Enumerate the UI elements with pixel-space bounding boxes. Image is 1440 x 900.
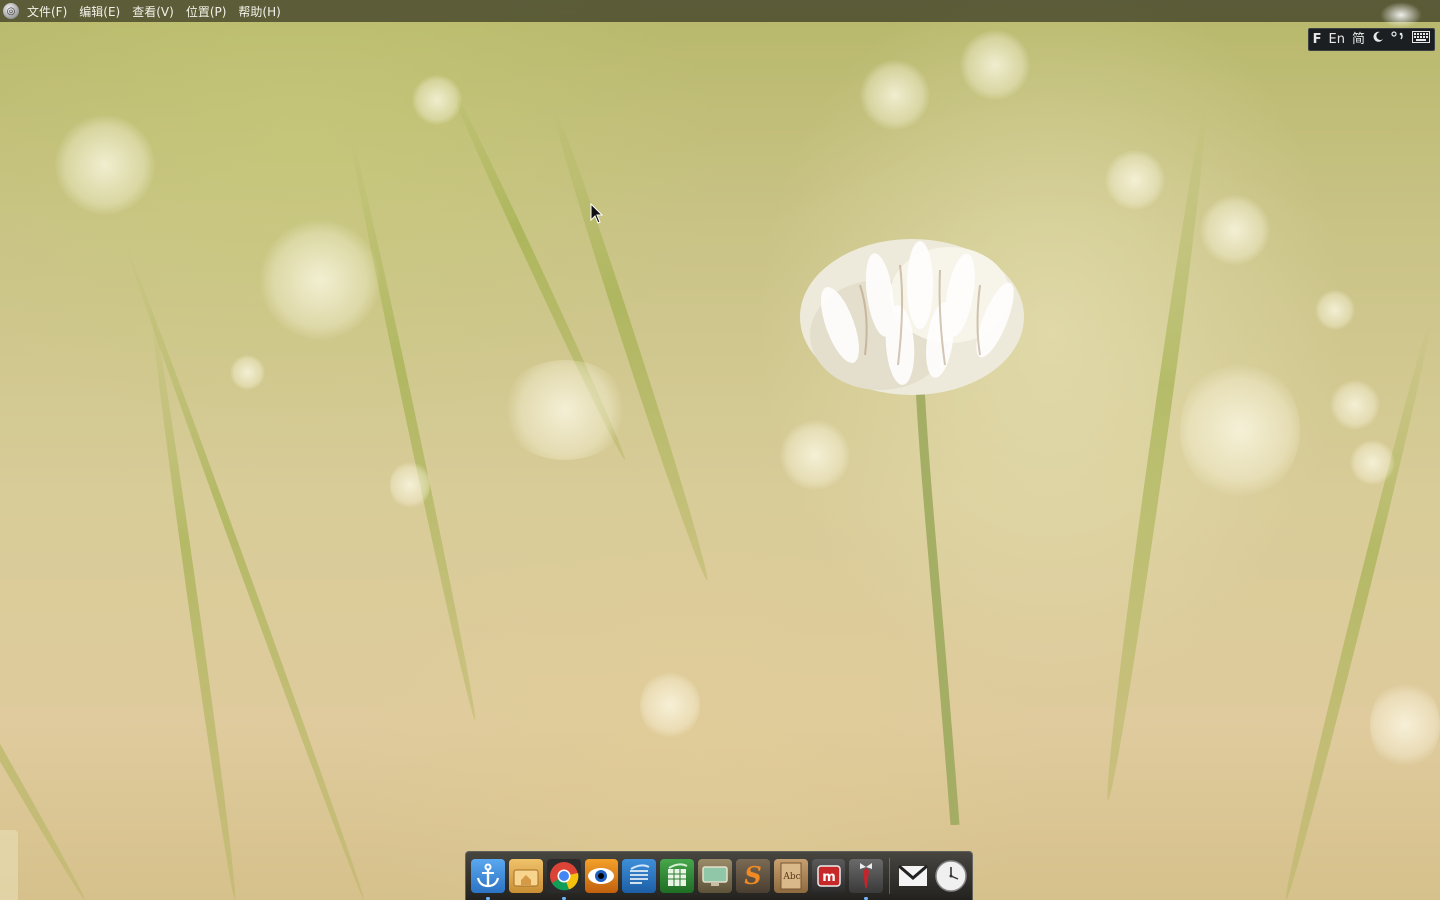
grass-blade [0, 334, 90, 900]
bokeh-light [860, 60, 930, 130]
bokeh-light [55, 115, 155, 215]
clover-flower-image [800, 239, 1024, 825]
svg-text:m: m [822, 870, 836, 885]
panel-glare [1380, 2, 1422, 28]
bokeh-light [1200, 195, 1270, 265]
clock-icon[interactable] [934, 859, 968, 893]
presentation-icon[interactable] [698, 859, 732, 893]
svg-text:S: S [744, 862, 761, 890]
eye-viewer-icon[interactable] [584, 859, 619, 893]
spreadsheet-icon[interactable] [660, 859, 695, 893]
writer-document-icon[interactable] [622, 859, 657, 893]
keyboard-icon[interactable] [1412, 29, 1430, 50]
bokeh-light [500, 360, 630, 460]
desktop-wallpaper: ◎ 文件(F) 编辑(E) 查看(V) 位置(P) 帮助(H) F En 简 S… [0, 0, 1440, 900]
bokeh-light [1370, 680, 1440, 770]
chrome-browser-icon[interactable] [546, 859, 581, 900]
bokeh-light [390, 460, 430, 510]
bokeh-light [1330, 380, 1380, 430]
bokeh-light [1350, 440, 1395, 485]
s-app-icon[interactable]: S [735, 859, 770, 893]
grass-blade [146, 305, 240, 900]
dock: S Abc m [465, 851, 973, 900]
mouse-pointer-icon [590, 203, 604, 224]
top-menu-bar: ◎ 文件(F) 编辑(E) 查看(V) 位置(P) 帮助(H) [0, 0, 1440, 28]
tie-app-icon[interactable] [849, 859, 884, 900]
moon-icon[interactable] [1372, 29, 1384, 50]
m-app-icon[interactable]: m [811, 859, 846, 893]
bokeh-light [230, 355, 265, 390]
ime-language-toggle[interactable]: En [1329, 29, 1345, 50]
bokeh-light [260, 220, 380, 340]
bokeh-light [960, 30, 1030, 100]
left-edge-handle[interactable] [0, 830, 18, 900]
menu-places[interactable]: 位置(P) [186, 3, 227, 20]
bokeh-light [640, 670, 700, 740]
grass-blade [120, 240, 368, 900]
ime-logo[interactable]: F [1313, 29, 1322, 50]
ubuntu-circle-icon[interactable]: ◎ [3, 3, 19, 19]
bokeh-light [1315, 290, 1355, 330]
menu-edit[interactable]: 编辑(E) [79, 3, 120, 20]
dock-separator [889, 858, 891, 894]
mail-icon[interactable] [896, 859, 930, 893]
dictionary-icon[interactable]: Abc [773, 859, 808, 893]
input-method-bar: F En 简 [1307, 28, 1435, 51]
bokeh-light [1180, 360, 1300, 500]
menu-help[interactable]: 帮助(H) [238, 3, 280, 20]
menu-view[interactable]: 查看(V) [132, 3, 174, 20]
svg-text:Abc: Abc [782, 872, 800, 882]
bokeh-light [1105, 150, 1165, 210]
grass-blade [345, 132, 480, 722]
ime-charset-toggle[interactable]: 简 [1352, 29, 1365, 50]
bokeh-light [412, 75, 462, 125]
punctuation-icon[interactable] [1391, 29, 1405, 50]
menu-file[interactable]: 文件(F) [27, 3, 67, 20]
home-folder-icon[interactable] [508, 859, 543, 893]
anchor-launcher-icon[interactable] [471, 859, 505, 900]
